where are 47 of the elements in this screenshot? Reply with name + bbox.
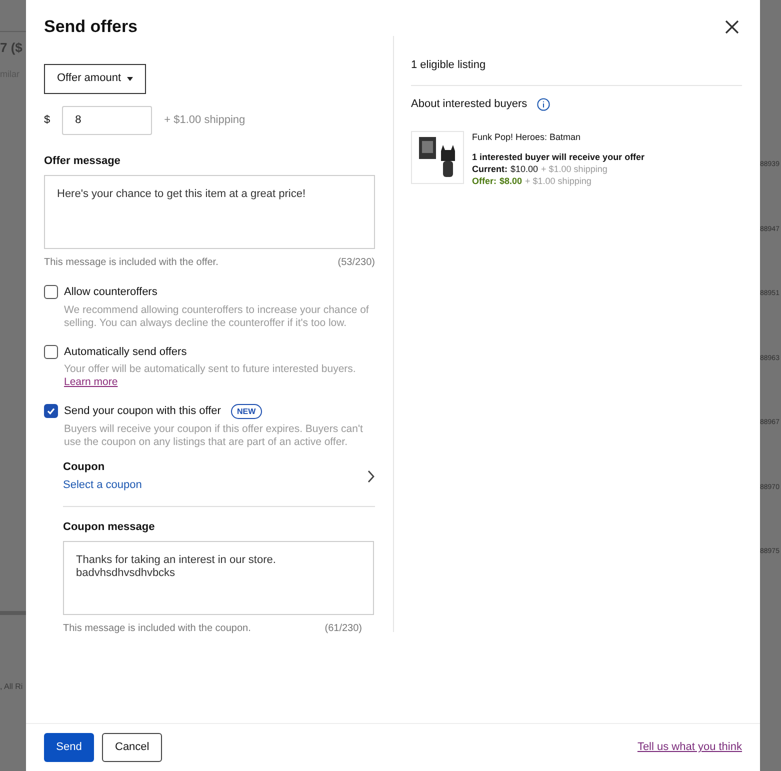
listing-title: Funk Pop! Heroes: Batman	[472, 130, 582, 142]
section-heading: About interested buyers	[411, 97, 528, 112]
price-label: Current:	[472, 162, 508, 174]
option-description: Buyers will receive your coupon if this offer expires. Buyers can't use the coupon on any listings that are part of an active offer.	[64, 422, 364, 448]
offer-price: $8.00	[500, 174, 522, 186]
info-icon[interactable]	[537, 98, 550, 111]
feedback-link[interactable]: Tell us what you think	[637, 739, 742, 756]
close-icon	[724, 18, 740, 35]
character-count: (53/230)	[338, 256, 375, 270]
listing-count: 1 eligible listing	[411, 56, 742, 86]
current-price: $10.00	[510, 162, 538, 174]
backdrop-text: , All Ri	[0, 681, 24, 693]
chevron-right-icon	[367, 470, 375, 482]
option-label: Send your coupon with this offer	[64, 404, 221, 419]
dialog-title: Send offers	[44, 16, 138, 38]
offer-message-field[interactable]: Here's your chance to get this item at a great price!	[44, 175, 375, 249]
option-label: Automatically send offers	[64, 344, 187, 360]
helper-text: This message is included with the coupon.	[63, 622, 251, 636]
checkmark-icon	[46, 406, 56, 416]
shipping-text: + $1.00 shipping	[525, 174, 592, 186]
send-button[interactable]: Send	[44, 733, 94, 762]
helper-text: This message is included with the offer.	[44, 256, 218, 270]
amount-field[interactable]: 8	[62, 106, 152, 134]
coupon-message-field[interactable]: Thanks for taking an interest in our store. badvhsdhvsdhvbcks	[63, 541, 374, 615]
checkbox[interactable]	[44, 404, 58, 418]
cancel-button[interactable]: Cancel	[102, 733, 162, 762]
checkbox[interactable]	[44, 285, 58, 300]
field-label: Coupon message	[63, 520, 156, 534]
new-badge: NEW	[230, 404, 262, 419]
message-line: Thanks for taking an interest in our store.	[76, 554, 277, 567]
option-label: Allow counteroffers	[64, 285, 158, 300]
checkbox[interactable]	[44, 344, 58, 359]
character-count: (61/230)	[324, 622, 362, 636]
shipping-text: + $1.00 shipping	[541, 162, 608, 174]
message-line: badvhsdhvsdhvbcks	[76, 567, 176, 580]
caret-icon	[127, 76, 133, 80]
option-description: We recommend allowing counteroffers to increase your chance of selling. You can always decline the counteroffer if it's too low.	[64, 304, 370, 330]
buyer-count: 1 interested buyer will receive your offer	[472, 150, 645, 162]
currency-symbol: $	[44, 112, 50, 128]
backdrop-text: 7 ($	[0, 39, 24, 57]
coupon-selector[interactable]: Coupon Select a coupon	[63, 458, 375, 506]
offer-type-dropdown[interactable]: Offer amount	[44, 64, 146, 94]
learn-more-link[interactable]: Learn more	[64, 376, 118, 388]
price-label: Offer:	[472, 174, 496, 186]
field-label: Offer message	[44, 154, 122, 168]
option-description: Your offer will be automatically sent to future interested buyers. Learn more	[64, 363, 357, 389]
shipping-text: + $1.00 shipping	[164, 112, 246, 128]
